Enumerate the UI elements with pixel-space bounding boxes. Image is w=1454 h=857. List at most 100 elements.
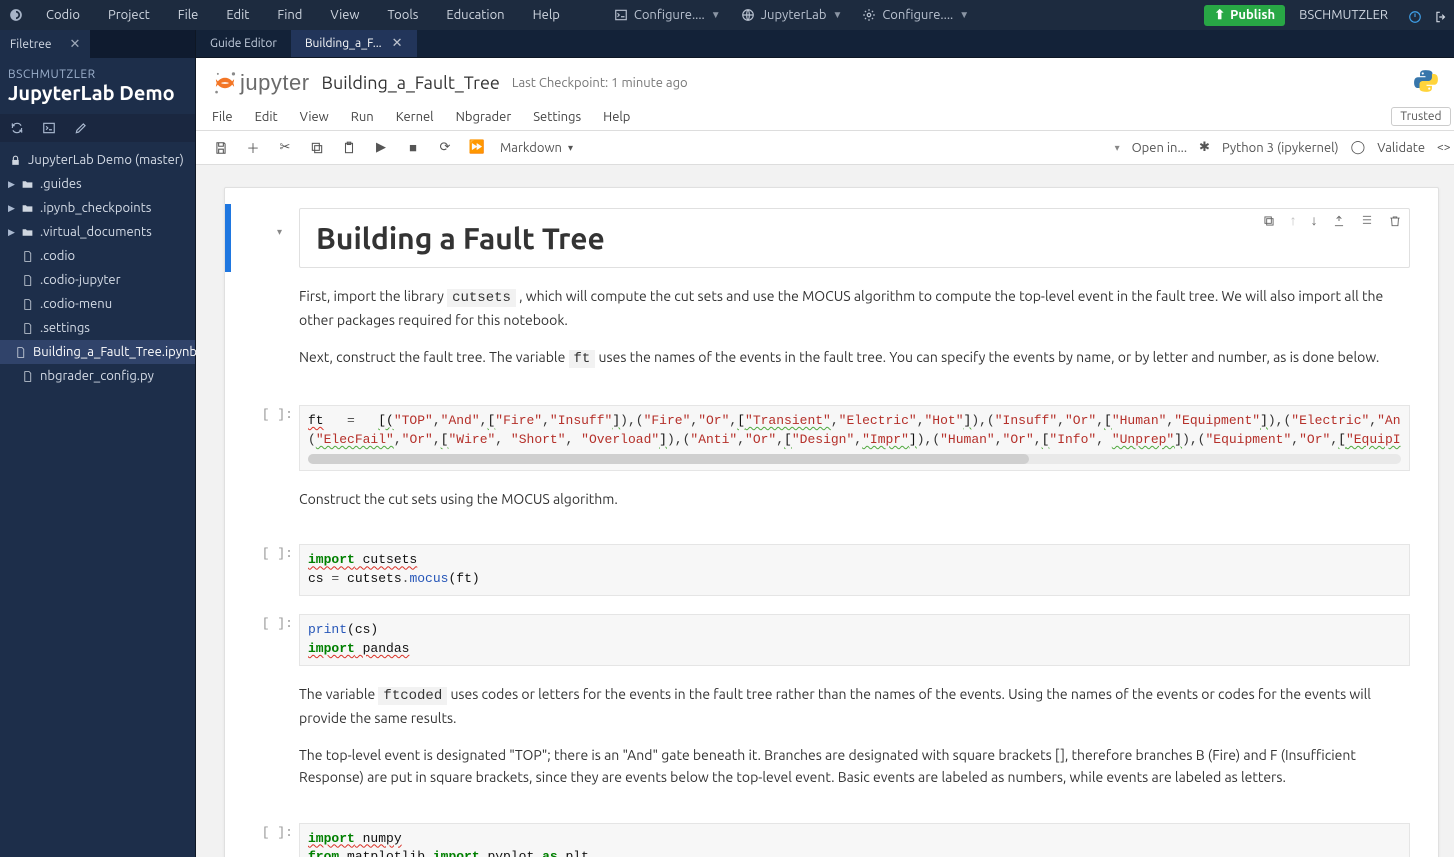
jmenu-kernel[interactable]: Kernel [396, 110, 434, 124]
caret-right-icon: ▶ [8, 174, 14, 194]
tab-building-fault[interactable]: Building_a_F...✕ [291, 30, 417, 57]
folder-icon [20, 202, 34, 215]
tree-label: .ipynb_checkpoints [40, 198, 151, 218]
cell-code[interactable]: [ ]: print(cs) import pandas [225, 610, 1438, 670]
jmenu-nbgrader[interactable]: Nbgrader [456, 110, 512, 124]
restart-icon[interactable]: ⟳ [436, 140, 454, 155]
menu-file[interactable]: File [164, 0, 213, 30]
jupyter-toolbar: ＋ ✂ ▶ ■ ⟳ ⏩ Markdown ▾ ▾ Open in... ✱ Py… [196, 131, 1454, 165]
jmenu-settings[interactable]: Settings [533, 110, 581, 124]
runtab-jupyterlab[interactable]: JupyterLab ▼ [731, 8, 853, 23]
menu-edit[interactable]: Edit [212, 0, 263, 30]
runtab-label: Configure.... [882, 8, 953, 22]
code-icon[interactable]: <> [1437, 141, 1451, 154]
runtab-label: JupyterLab [761, 8, 827, 22]
tree-folder[interactable]: ▶.guides [0, 172, 195, 196]
notebook-paper: ▾ ↑ ↓ Building a Fault Tree [224, 187, 1439, 857]
horizontal-scrollbar[interactable] [308, 454, 1401, 464]
tree-file[interactable]: nbgrader_config.py [0, 364, 195, 388]
menu-help[interactable]: Help [519, 0, 574, 30]
logout-icon[interactable] [1428, 6, 1454, 23]
upload-icon: ⬆ [1214, 8, 1225, 23]
tree-file-active[interactable]: Building_a_Fault_Tree.ipynb [0, 340, 195, 364]
kernel-status-icon: ◯ [1351, 140, 1366, 155]
close-icon[interactable]: ✕ [70, 37, 81, 52]
cell-markdown[interactable]: The variable ftcoded uses codes or lette… [225, 680, 1438, 809]
file-icon [20, 298, 34, 311]
jmenu-file[interactable]: File [212, 110, 233, 124]
paste-icon[interactable] [340, 140, 358, 155]
runtab-configure-2[interactable]: Configure.... ▼ [852, 8, 979, 23]
menu-project[interactable]: Project [94, 0, 164, 30]
top-username[interactable]: BSCHMUTZLER [1285, 8, 1402, 22]
trusted-badge[interactable]: Trusted [1391, 107, 1450, 126]
jupyter-logo: jupyter [212, 70, 310, 96]
cell-code[interactable]: [ ]: import cutsets cs = cutsets.mocus(f… [225, 540, 1438, 600]
tree-file[interactable]: .codio-menu [0, 292, 195, 316]
fast-forward-icon[interactable]: ⏩ [468, 140, 486, 155]
focus-indicator [225, 204, 231, 272]
content-area: Guide Editor Building_a_F...✕ jupyter Bu… [196, 30, 1454, 857]
cell-markdown[interactable]: Construct the cut sets using the MOCUS a… [225, 485, 1438, 531]
code-editor[interactable]: import numpy from matplotlib import pypl… [299, 823, 1410, 857]
cell-prompt: [ ]: [235, 616, 293, 631]
open-in-menu[interactable]: Open in... [1132, 141, 1187, 155]
power-icon[interactable] [1402, 6, 1428, 23]
runtab-configure-1[interactable]: Configure.... ▼ [604, 8, 731, 23]
edit-icon[interactable] [74, 121, 88, 136]
menu-education[interactable]: Education [432, 0, 518, 30]
cell-code[interactable]: [ ]: ft = [("TOP","And",["Fire","Insuff"… [225, 401, 1438, 475]
jmenu-help[interactable]: Help [603, 110, 630, 124]
save-icon[interactable] [212, 140, 230, 155]
sidebar-user: BSCHMUTZLER [0, 58, 195, 81]
jmenu-edit[interactable]: Edit [255, 110, 278, 124]
caret-right-icon: ▶ [8, 222, 14, 242]
run-icon[interactable]: ▶ [372, 140, 390, 155]
notebook-canvas[interactable]: ▾ ↑ ↓ Building a Fault Tree [196, 165, 1454, 857]
kernel-name[interactable]: Python 3 (ipykernel) [1222, 141, 1339, 155]
close-icon[interactable]: ✕ [392, 36, 403, 51]
cell-markdown-title[interactable]: ▾ ↑ ↓ Building a Fault Tree [225, 204, 1438, 272]
tree-folder[interactable]: ▶ .virtual_documents [0, 220, 195, 244]
file-tree: JupyterLab Demo (master) ▶.guides ▶.ipyn… [0, 142, 195, 394]
validate-button[interactable]: Validate [1377, 141, 1425, 155]
code-editor[interactable]: import cutsets cs = cutsets.mocus(ft) [299, 544, 1410, 596]
cell-type-label: Markdown [500, 141, 562, 155]
cell-collapse-icon[interactable]: ▾ [277, 226, 282, 238]
chevron-down-icon: ▼ [832, 9, 842, 21]
menu-view[interactable]: View [316, 0, 373, 30]
cut-icon[interactable]: ✂ [276, 140, 294, 155]
jmenu-run[interactable]: Run [351, 110, 374, 124]
markdown-text: First, import the library cutsets , whic… [299, 286, 1410, 331]
debug-icon[interactable]: ✱ [1199, 140, 1210, 155]
tree-folder[interactable]: ▶.ipynb_checkpoints [0, 196, 195, 220]
terminal-icon[interactable] [42, 121, 56, 136]
stop-icon[interactable]: ■ [404, 140, 422, 155]
tab-guide-editor[interactable]: Guide Editor [196, 30, 291, 57]
cell-markdown[interactable]: First, import the library cutsets , whic… [225, 282, 1438, 391]
tree-file[interactable]: .settings [0, 316, 195, 340]
tree-label: .virtual_documents [40, 222, 152, 242]
menu-codio[interactable]: Codio [32, 0, 94, 30]
document-tabs: Guide Editor Building_a_F...✕ [196, 30, 1454, 58]
add-cell-icon[interactable]: ＋ [244, 138, 262, 157]
chevron-down-icon: ▾ [568, 142, 573, 154]
copy-icon[interactable] [308, 140, 326, 155]
code-editor[interactable]: ft = [("TOP","And",["Fire","Insuff"]),("… [299, 405, 1410, 471]
menu-tools[interactable]: Tools [374, 0, 433, 30]
menu-find[interactable]: Find [263, 0, 316, 30]
sidebar-tab-label: Filetree [10, 38, 52, 51]
code-editor[interactable]: print(cs) import pandas [299, 614, 1410, 666]
tree-file[interactable]: .codio-jupyter [0, 268, 195, 292]
publish-button[interactable]: ⬆ Publish [1204, 5, 1285, 26]
sidebar-tab-filetree[interactable]: Filetree ✕ [0, 30, 90, 58]
cell-prompt: [ ]: [235, 825, 293, 840]
jmenu-view[interactable]: View [300, 110, 329, 124]
refresh-icon[interactable] [10, 121, 24, 136]
cell-code[interactable]: [ ]: import numpy from matplotlib import… [225, 819, 1438, 857]
markdown-text: Construct the cut sets using the MOCUS a… [299, 489, 1410, 511]
notebook-name[interactable]: Building_a_Fault_Tree [322, 73, 500, 93]
tree-root[interactable]: JupyterLab Demo (master) [0, 148, 195, 172]
cell-type-select[interactable]: Markdown ▾ [500, 141, 573, 155]
tree-file[interactable]: .codio [0, 244, 195, 268]
